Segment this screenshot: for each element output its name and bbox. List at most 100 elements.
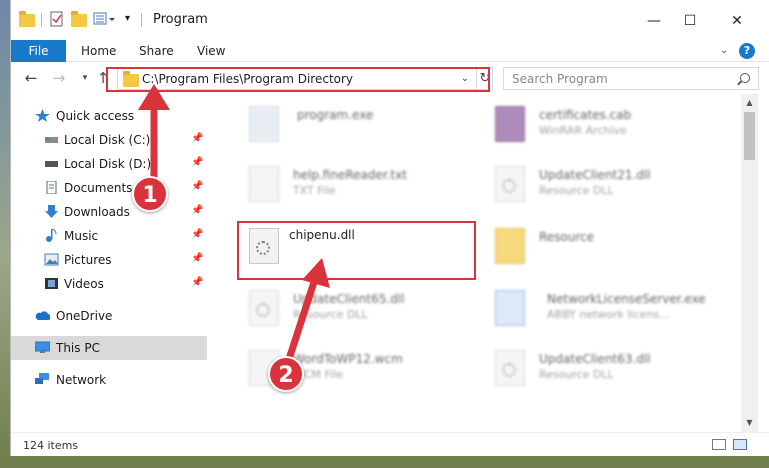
address-highlight-box <box>106 67 490 92</box>
file-name: UpdateClient65.dll <box>293 292 405 306</box>
vertical-scrollbar[interactable]: ▲ ▼ <box>741 94 758 432</box>
tab-view[interactable]: View <box>197 40 225 62</box>
drive-icon <box>44 157 59 170</box>
large-icons-view-icon[interactable] <box>733 439 747 450</box>
scroll-up-icon[interactable]: ▲ <box>741 96 758 110</box>
pin-icon[interactable]: 📌 <box>191 205 203 216</box>
dll-file-icon <box>495 166 525 202</box>
file-item[interactable]: UpdateClient21.dll Resource DLL <box>483 160 723 214</box>
sidebar-item-label: Network <box>56 373 107 387</box>
scroll-thumb[interactable] <box>744 112 755 160</box>
step-1-badge: 1 <box>132 176 168 212</box>
item-count: 124 items <box>23 439 79 452</box>
music-icon <box>44 228 59 242</box>
folder-icon[interactable] <box>19 11 35 27</box>
computer-icon <box>34 341 51 354</box>
sidebar-item-downloads[interactable]: Downloads 📌 <box>11 200 207 224</box>
quick-access-dropdown-icon[interactable]: ▾ <box>125 11 141 27</box>
help-icon[interactable]: ? <box>739 43 755 59</box>
file-item[interactable]: UpdateClient63.dll Resource DLL <box>483 344 723 398</box>
pin-icon[interactable]: 📌 <box>191 277 203 288</box>
pin-icon[interactable]: 📌 <box>191 157 203 168</box>
sidebar-item-videos[interactable]: Videos 📌 <box>11 272 207 296</box>
details-view-icon[interactable] <box>712 439 726 450</box>
file-name: WordToWP12.wcm <box>293 352 403 366</box>
pin-icon[interactable]: 📌 <box>191 181 203 192</box>
close-button[interactable]: ✕ <box>714 6 760 36</box>
pin-icon[interactable]: 📌 <box>191 229 203 240</box>
file-name: Resource <box>539 230 595 244</box>
window-title: Program <box>153 12 208 27</box>
sidebar-item-label: Downloads <box>64 205 130 219</box>
sidebar-item-music[interactable]: Music 📌 <box>11 224 207 248</box>
sidebar-item-quick-access[interactable]: Quick access <box>11 104 207 128</box>
sidebar-item-pictures[interactable]: Pictures 📌 <box>11 248 207 272</box>
text-file-icon <box>249 166 279 202</box>
exe-file-icon <box>495 290 525 326</box>
ribbon-expand-icon[interactable]: ⌄ <box>720 40 728 62</box>
title-bar: ▾ Program — ☐ ✕ <box>11 0 769 40</box>
sidebar-item-label: Local Disk (C:) <box>64 133 151 147</box>
tab-share[interactable]: Share <box>139 40 174 62</box>
network-icon <box>35 373 50 386</box>
status-bar: 124 items <box>11 432 769 456</box>
sidebar-item-local-disk-d[interactable]: Local Disk (D:) 📌 <box>11 152 207 176</box>
maximize-button[interactable]: ☐ <box>667 6 713 36</box>
sidebar-item-this-pc[interactable]: This PC <box>11 336 207 360</box>
sidebar-item-label: Quick access <box>56 109 135 123</box>
title-separator <box>141 13 142 27</box>
star-icon <box>35 109 50 122</box>
sidebar-item-label: Music <box>64 229 99 243</box>
cloud-icon <box>35 309 51 322</box>
dll-file-icon <box>249 290 279 326</box>
exe-file-icon <box>249 106 279 142</box>
back-button[interactable]: ← <box>21 68 41 88</box>
sidebar-item-documents[interactable]: Documents 📌 <box>11 176 207 200</box>
dll-file-icon <box>495 350 525 386</box>
file-name: NetworkLicenseServer.exe <box>547 292 706 306</box>
file-type: TXT File <box>293 184 336 197</box>
sidebar-item-local-disk-c[interactable]: Local Disk (C:) 📌 <box>11 128 207 152</box>
file-item[interactable]: program.exe <box>237 100 477 154</box>
sidebar-item-label: Videos <box>64 277 104 291</box>
sidebar-item-label: Documents <box>64 181 133 195</box>
file-type: Resource DLL <box>539 368 614 381</box>
scroll-down-icon[interactable]: ▼ <box>741 416 758 430</box>
file-item[interactable]: Resource <box>483 222 723 276</box>
recent-locations-icon[interactable]: ▾ <box>75 68 95 88</box>
file-name: UpdateClient21.dll <box>539 168 651 182</box>
sidebar-item-label: Local Disk (D:) <box>64 157 152 171</box>
file-item[interactable]: certificates.cab WinRAR Archive <box>483 100 723 154</box>
chipenu-highlight-box <box>237 221 476 280</box>
new-folder-icon[interactable] <box>71 11 87 27</box>
tab-file[interactable]: File <box>11 40 66 62</box>
drive-icon <box>44 133 59 146</box>
file-type: Resource DLL <box>293 308 368 321</box>
sidebar-item-network[interactable]: Network <box>11 368 207 392</box>
customize-toolbar-icon[interactable] <box>93 11 115 27</box>
file-name: program.exe <box>297 108 374 122</box>
file-type: ABBY network licens... <box>547 308 670 321</box>
tab-home[interactable]: Home <box>81 40 116 62</box>
pictures-icon <box>44 253 59 266</box>
file-item[interactable]: UpdateClient65.dll Resource DLL <box>237 284 477 338</box>
step-2-badge: 2 <box>268 356 304 392</box>
archive-file-icon <box>495 106 525 142</box>
file-name: certificates.cab <box>539 108 632 122</box>
sidebar-item-label: OneDrive <box>56 309 113 323</box>
file-name: UpdateClient63.dll <box>539 352 651 366</box>
title-separator <box>41 13 42 27</box>
file-item[interactable]: NetworkLicenseServer.exe ABBY network li… <box>483 284 723 338</box>
ribbon-tabs: File Home Share View ⌄ ? <box>11 40 769 62</box>
file-type: Resource DLL <box>539 184 614 197</box>
search-placeholder: Search Program <box>512 72 608 86</box>
forward-button[interactable]: → <box>49 68 69 88</box>
file-item[interactable]: help.fineReader.txt TXT File <box>237 160 477 214</box>
pin-icon[interactable]: 📌 <box>191 133 203 144</box>
pin-icon[interactable]: 📌 <box>191 253 203 264</box>
sidebar-item-onedrive[interactable]: OneDrive <box>11 304 207 328</box>
folder-icon <box>495 228 525 264</box>
properties-icon[interactable] <box>49 11 65 27</box>
search-box[interactable]: Search Program <box>503 67 759 90</box>
navigation-pane: Quick access Local Disk (C:) 📌 Local Dis… <box>11 94 207 424</box>
